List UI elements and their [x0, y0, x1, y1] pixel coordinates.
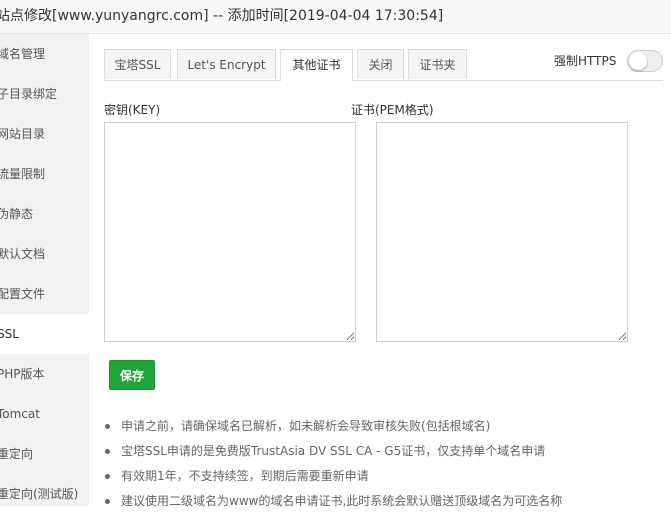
tab-baota-ssl[interactable]: 宝塔SSL	[104, 49, 171, 79]
sidebar-item-php-version[interactable]: PHP版本	[0, 354, 89, 394]
sidebar: 域名管理 子目录绑定 网站目录 流量限制 伪静态 默认文档 配置文件 SSL P…	[0, 34, 89, 506]
sidebar-item-config-file[interactable]: 配置文件	[0, 274, 89, 314]
force-https-toggle[interactable]	[627, 50, 663, 72]
sidebar-item-default-document[interactable]: 默认文档	[0, 234, 89, 274]
sidebar-item-domain[interactable]: 域名管理	[0, 34, 89, 74]
sidebar-item-label: PHP版本	[0, 367, 45, 381]
sidebar-item-label: 伪静态	[0, 207, 34, 221]
sidebar-item-label: 网站目录	[0, 127, 46, 141]
sidebar-item-label: 默认文档	[0, 247, 46, 261]
list-item: 有效期1年，不支持续签，到期后需要重新申请	[105, 466, 665, 491]
tab-close-ssl[interactable]: 关闭	[357, 49, 404, 79]
list-item: 申请之前，请确保域名已解析，如未解析会导致审核失败(包括根域名)	[105, 416, 665, 441]
sidebar-item-redirect-beta[interactable]: 重定向(测试版)	[0, 474, 89, 514]
sidebar-item-subdir-binding[interactable]: 子目录绑定	[0, 74, 89, 114]
ssl-notes-list: 申请之前，请确保域名已解析，如未解析会导致审核失败(包括根域名) 宝塔SSL申请…	[105, 416, 665, 516]
certificate-label: 证书(PEM格式)	[351, 103, 434, 117]
sidebar-item-label: 配置文件	[0, 287, 46, 301]
note-text: 申请之前，请确保域名已解析，如未解析会导致审核失败(包括根域名)	[121, 419, 491, 433]
window-titlebar: 站点修改[www.yunyangrc.com] -- 添加时间[2019-04-…	[0, 0, 671, 34]
toggle-knob	[629, 52, 647, 70]
bullet-icon	[105, 449, 110, 454]
tab-lets-encrypt[interactable]: Let's Encrypt	[177, 49, 276, 79]
bullet-icon	[105, 499, 110, 504]
sidebar-item-label: 重定向(测试版)	[0, 487, 79, 501]
sidebar-item-ssl[interactable]: SSL	[0, 314, 89, 354]
certificate-textarea[interactable]	[376, 122, 628, 342]
bullet-icon	[105, 474, 110, 479]
bullet-icon	[105, 424, 110, 429]
list-item: 建议使用二级域名为www的域名申请证书,此时系统会默认赠送顶级域名为可选名称	[105, 491, 665, 516]
sidebar-item-label: Tomcat	[0, 407, 40, 421]
tab-other-certificate[interactable]: 其他证书	[280, 49, 353, 81]
tab-certificate-folder[interactable]: 证书夹	[408, 49, 467, 79]
force-https-label: 强制HTTPS	[554, 54, 617, 68]
sidebar-item-site-directory[interactable]: 网站目录	[0, 114, 89, 154]
key-label: 密钥(KEY)	[104, 103, 161, 117]
sidebar-item-label: 域名管理	[0, 47, 46, 61]
sidebar-item-label: 流量限制	[0, 167, 46, 181]
list-item: 宝塔SSL申请的是免费版TrustAsia DV SSL CA - G5证书，仅…	[105, 441, 665, 466]
note-text: 有效期1年，不支持续签，到期后需要重新申请	[121, 469, 369, 483]
sidebar-item-label: SSL	[0, 327, 19, 341]
sidebar-item-tomcat[interactable]: Tomcat	[0, 394, 89, 434]
sidebar-item-traffic-limit[interactable]: 流量限制	[0, 154, 89, 194]
sidebar-item-label: 子目录绑定	[0, 87, 58, 101]
window-title: 站点修改[www.yunyangrc.com] -- 添加时间[2019-04-…	[0, 8, 444, 24]
note-text: 宝塔SSL申请的是免费版TrustAsia DV SSL CA - G5证书，仅…	[121, 444, 546, 458]
sidebar-item-label: 重定向	[0, 447, 34, 461]
key-textarea[interactable]	[104, 122, 356, 342]
save-button[interactable]: 保存	[109, 360, 155, 390]
sidebar-item-redirect[interactable]: 重定向	[0, 434, 89, 474]
sidebar-item-rewrite[interactable]: 伪静态	[0, 194, 89, 234]
